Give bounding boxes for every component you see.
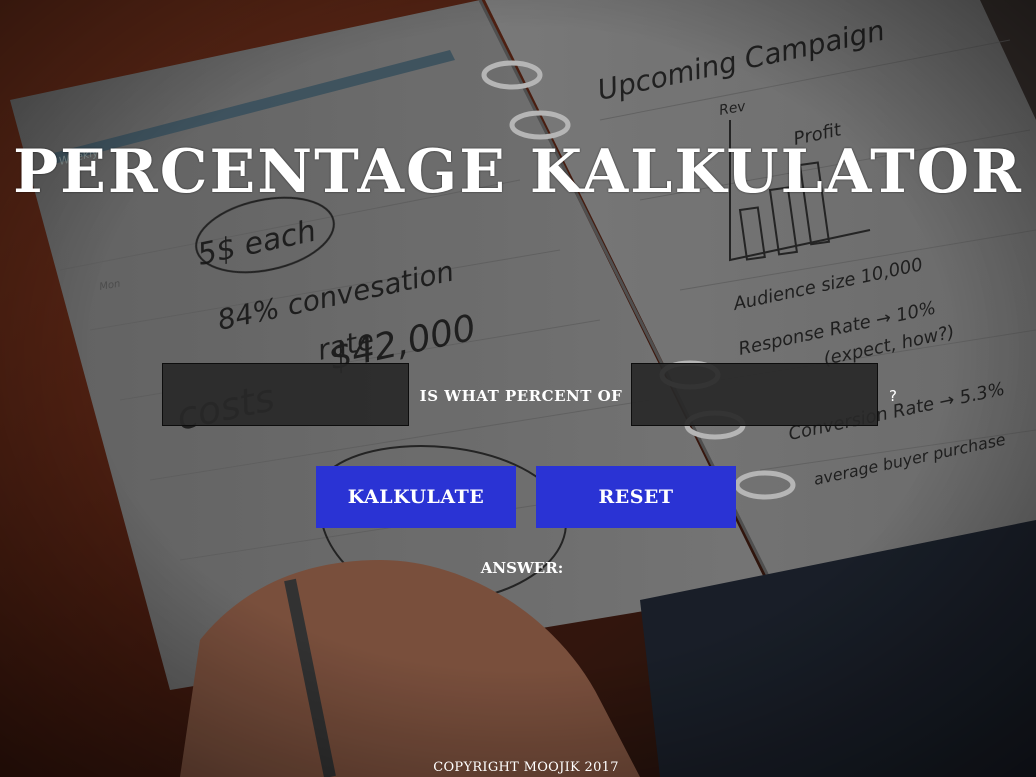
answer-label: ANSWER: (480, 559, 564, 577)
app-stage: Weekly Mon Upcoming Campaign Rev Profit … (0, 0, 1036, 777)
first-number-input[interactable] (162, 363, 409, 426)
kalkulate-button[interactable]: KALKULATE (316, 466, 516, 528)
is-what-percent-of-label: IS WHAT PERCENT OF (419, 387, 623, 405)
reset-button[interactable]: RESET (536, 466, 736, 528)
question-mark-label: ? (889, 387, 897, 405)
answer-row: ANSWER: (0, 557, 1036, 579)
copyright-footer: COPYRIGHT MOOJIK 2017 (433, 760, 619, 775)
second-number-input[interactable] (631, 363, 878, 426)
page-title: PERCENTAGE KALKULATOR (13, 137, 1023, 207)
